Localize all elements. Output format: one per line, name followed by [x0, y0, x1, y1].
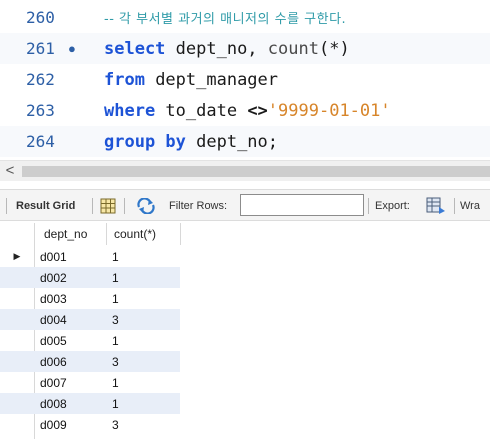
code-line-261[interactable]: 261 ● select dept_no, count(*)	[0, 33, 490, 64]
keyword-select: select	[104, 38, 166, 59]
function-count: count	[267, 38, 319, 59]
sql-text: to_date	[155, 100, 248, 121]
keyword-group-by: group by	[104, 131, 186, 152]
cell-dept-no[interactable]: d006	[40, 351, 67, 372]
sql-text: dept_no,	[165, 38, 268, 59]
cell-count[interactable]: 1	[112, 267, 119, 288]
column-divider	[180, 223, 181, 245]
cell-count[interactable]: 1	[112, 393, 119, 414]
result-toolbar: Result Grid Filter Rows: Export: Wra	[0, 189, 490, 221]
toolbar-divider	[124, 198, 125, 214]
toolbar-divider	[454, 198, 455, 214]
export-label: Export:	[375, 200, 410, 212]
grid-layout-icon[interactable]	[100, 190, 116, 222]
sql-select-line: select dept_no, count(*)	[104, 39, 350, 59]
row-background	[0, 372, 180, 393]
result-grid-tab[interactable]: Result Grid	[16, 190, 75, 222]
table-row[interactable]: d006 3	[0, 351, 490, 372]
horizontal-scrollbar[interactable]: <	[0, 160, 490, 181]
sql-text: dept_no;	[185, 131, 279, 152]
grid-header: dept_no count(*)	[0, 223, 490, 245]
row-background	[0, 267, 180, 288]
toolbar-divider	[92, 198, 93, 214]
filter-rows-input[interactable]	[240, 194, 364, 216]
wrap-cell-label[interactable]: Wra	[460, 190, 480, 222]
statement-marker-icon: ●	[68, 41, 76, 56]
sql-comment: -- 각 부서별 과거의 매니저의 수를 구한다.	[104, 12, 347, 27]
cell-dept-no[interactable]: d005	[40, 330, 67, 351]
toolbar-divider	[368, 198, 369, 214]
cell-dept-no[interactable]: d002	[40, 267, 67, 288]
keyword-from: from	[104, 69, 145, 90]
line-number: 263	[26, 101, 55, 120]
row-background	[0, 330, 180, 351]
toolbar-divider	[6, 198, 7, 214]
line-number: 260	[26, 8, 55, 27]
code-line-264[interactable]: 264 group by dept_no;	[0, 126, 490, 157]
table-row[interactable]: ▶ d001 1	[0, 246, 490, 267]
sql-text: dept_manager	[144, 69, 279, 90]
keyword-where: where	[104, 100, 156, 121]
sql-editor[interactable]: 260 -- 각 부서별 과거의 매니저의 수를 구한다. 261 ● sele…	[0, 0, 490, 159]
row-background	[0, 351, 180, 372]
sql-from-line: from dept_manager	[104, 70, 278, 90]
row-background	[0, 288, 180, 309]
scrollbar-thumb[interactable]	[22, 166, 490, 177]
row-background	[0, 309, 180, 330]
sql-text: (*)	[318, 38, 350, 59]
table-row[interactable]: d008 1	[0, 393, 490, 414]
column-header-count[interactable]: count(*)	[114, 223, 156, 245]
code-line-263[interactable]: 263 where to_date <>'9999-01-01'	[0, 95, 490, 126]
export-icon[interactable]	[426, 190, 446, 222]
line-number: 264	[26, 132, 55, 151]
cell-dept-no[interactable]: d008	[40, 393, 67, 414]
cell-count[interactable]: 1	[112, 372, 119, 393]
cell-dept-no[interactable]: d003	[40, 288, 67, 309]
table-row[interactable]: d002 1	[0, 267, 490, 288]
line-number: 261	[26, 39, 55, 58]
string-literal: '9999-01-01'	[267, 100, 391, 121]
row-background	[0, 414, 180, 435]
cell-count[interactable]: 1	[112, 288, 119, 309]
code-line-260[interactable]: 260 -- 각 부서별 과거의 매니저의 수를 구한다.	[0, 2, 490, 33]
table-row[interactable]: d004 3	[0, 309, 490, 330]
table-row[interactable]: d007 1	[0, 372, 490, 393]
cell-count[interactable]: 3	[112, 414, 119, 435]
cell-dept-no[interactable]: d004	[40, 309, 67, 330]
sql-group-line: group by dept_no;	[104, 132, 278, 152]
code-line-262[interactable]: 262 from dept_manager	[0, 64, 490, 95]
operator: <>	[247, 100, 268, 121]
cell-count[interactable]: 3	[112, 309, 119, 330]
cell-dept-no[interactable]: d007	[40, 372, 67, 393]
table-row[interactable]: d009 3	[0, 414, 490, 435]
result-grid[interactable]: dept_no count(*) ▶ d001 1 d002 1 d003 1 …	[0, 223, 490, 439]
cell-dept-no[interactable]: d001	[40, 246, 67, 267]
line-number: 262	[26, 70, 55, 89]
cell-count[interactable]: 3	[112, 351, 119, 372]
cell-count[interactable]: 1	[112, 330, 119, 351]
column-divider	[106, 223, 107, 245]
refresh-icon[interactable]	[136, 190, 156, 222]
sql-where-line: where to_date <>'9999-01-01'	[104, 101, 391, 121]
cell-dept-no[interactable]: d009	[40, 414, 67, 435]
row-background	[0, 393, 180, 414]
scroll-left-icon[interactable]: <	[3, 163, 17, 179]
current-row-indicator-icon: ▶	[13, 251, 21, 261]
filter-rows-label: Filter Rows:	[169, 200, 228, 212]
column-header-dept-no[interactable]: dept_no	[44, 223, 87, 245]
cell-count[interactable]: 1	[112, 246, 119, 267]
table-row[interactable]: d005 1	[0, 330, 490, 351]
table-row[interactable]: d003 1	[0, 288, 490, 309]
